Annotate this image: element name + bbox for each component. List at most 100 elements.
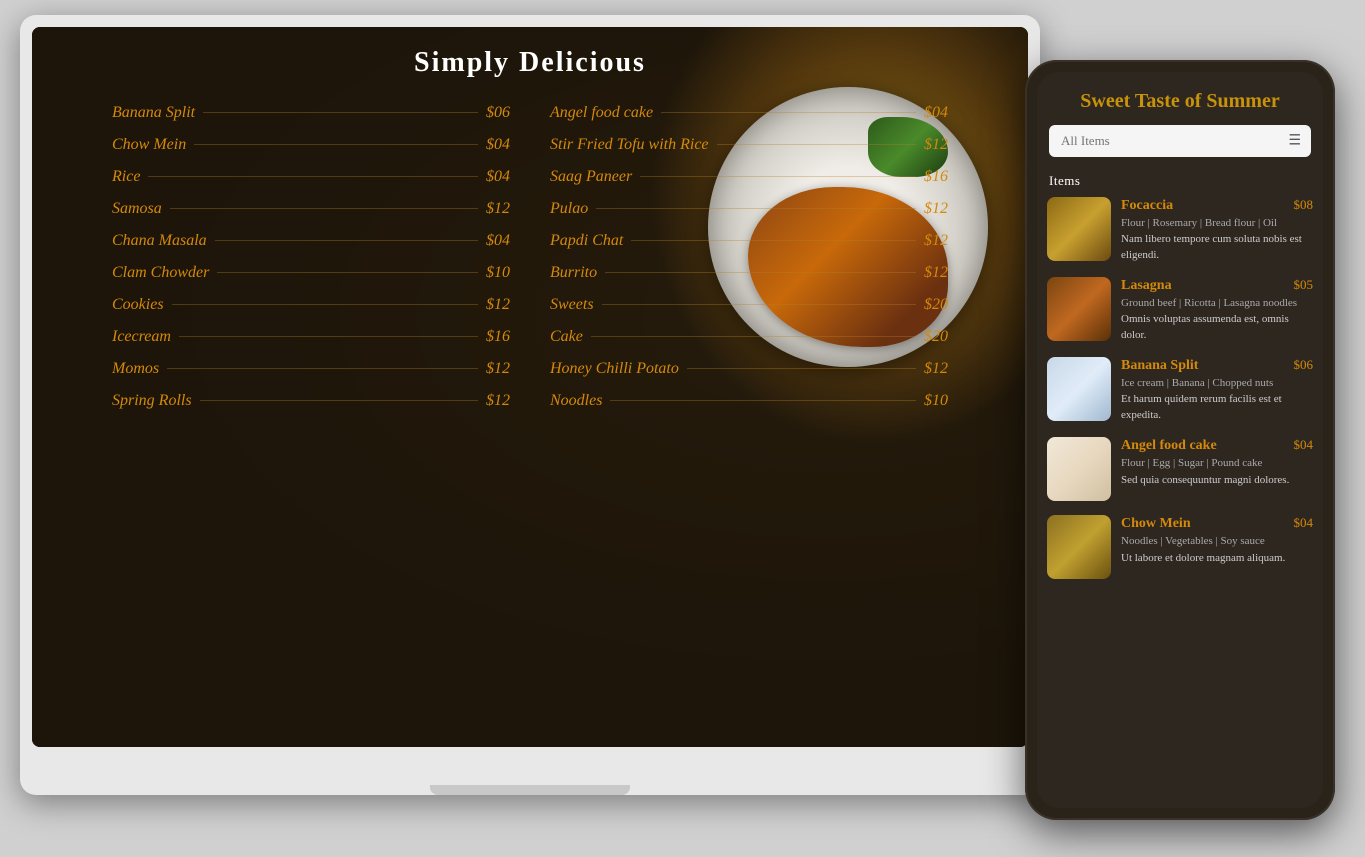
menu-item-dots (661, 112, 916, 113)
phone-item-ingredients: Noodles | Vegetables | Soy sauce (1121, 534, 1313, 548)
menu-item-price: $04 (924, 104, 948, 122)
menu-item: Banana Split $06 (112, 104, 510, 122)
phone-item-image (1047, 277, 1111, 341)
phone-item-header: Focaccia $08 (1121, 197, 1313, 214)
phone-item-header: Chow Mein $04 (1121, 515, 1313, 532)
menu-item-dots (172, 304, 478, 305)
menu-item-price: $10 (486, 264, 510, 282)
menu-item-dots (687, 368, 916, 369)
menu-item-price: $12 (924, 200, 948, 218)
menu-item-price: $12 (486, 360, 510, 378)
items-label: Items (1037, 167, 1323, 197)
menu-item: Burrito $12 (550, 264, 948, 282)
menu-item-dots (602, 304, 916, 305)
phone-item-image (1047, 197, 1111, 261)
menu-item-dots (170, 208, 478, 209)
phone-item-ingredients: Ice cream | Banana | Chopped nuts (1121, 376, 1313, 390)
phone-search-container[interactable]: ☰ (1049, 125, 1311, 157)
laptop-screen: Simply Delicious Banana Split $06 Chow M… (32, 27, 1028, 747)
menu-item: Noodles $10 (550, 392, 948, 410)
menu-item-name: Noodles (550, 392, 602, 410)
menu-item-name: Stir Fried Tofu with Rice (550, 136, 709, 154)
menu-item: Saag Paneer $16 (550, 168, 948, 186)
menu-item-dots (610, 400, 916, 401)
phone-item-image (1047, 515, 1111, 579)
menu-item-dots (167, 368, 478, 369)
menu-item-name: Momos (112, 360, 159, 378)
phone-item-details: Lasagna $05 Ground beef | Ricotta | Lasa… (1121, 277, 1313, 343)
phone-item-header: Angel food cake $04 (1121, 437, 1313, 454)
menu-item-dots (591, 336, 916, 337)
phone-item-description: Sed quia consequuntur magni dolores. (1121, 473, 1313, 488)
menu-item-dots (148, 176, 478, 177)
menu-item-name: Samosa (112, 200, 162, 218)
menu-item-price: $12 (924, 360, 948, 378)
menu-item-price: $12 (924, 232, 948, 250)
phone-item-description: Nam libero tempore cum soluta nobis est … (1121, 232, 1313, 263)
menu-item: Cookies $12 (112, 296, 510, 314)
menu-item-price: $20 (924, 328, 948, 346)
menu-item-price: $04 (486, 232, 510, 250)
search-input[interactable] (1049, 125, 1311, 157)
menu-item-price: $06 (486, 104, 510, 122)
menu-item-name: Spring Rolls (112, 392, 192, 410)
laptop: Simply Delicious Banana Split $06 Chow M… (20, 15, 1040, 795)
menu-item-price: $04 (486, 168, 510, 186)
phone-item-ingredients: Flour | Egg | Sugar | Pound cake (1121, 456, 1313, 470)
phone-menu-item[interactable]: Focaccia $08 Flour | Rosemary | Bread fl… (1047, 197, 1313, 263)
phone-item-image (1047, 437, 1111, 501)
menu-item-name: Saag Paneer (550, 168, 632, 186)
menu-item: Chana Masala $04 (112, 232, 510, 250)
menu-item: Cake $20 (550, 328, 948, 346)
screen-background: Simply Delicious Banana Split $06 Chow M… (32, 27, 1028, 747)
phone-menu-item[interactable]: Chow Mein $04 Noodles | Vegetables | Soy… (1047, 515, 1313, 579)
menu-item-price: $12 (486, 296, 510, 314)
phone-item-ingredients: Flour | Rosemary | Bread flour | Oil (1121, 216, 1313, 230)
phone-item-details: Chow Mein $04 Noodles | Vegetables | Soy… (1121, 515, 1313, 566)
phone-item-price: $08 (1294, 197, 1314, 213)
phone-header: Sweet Taste of Summer (1037, 72, 1323, 125)
menu-item-price: $12 (486, 392, 510, 410)
phone-item-name: Lasagna (1121, 278, 1172, 294)
restaurant-title: Simply Delicious (32, 27, 1028, 104)
menu-item-dots (200, 400, 478, 401)
menu-item: Pulao $12 (550, 200, 948, 218)
phone-item-header: Lasagna $05 (1121, 277, 1313, 294)
menu-item: Rice $04 (112, 168, 510, 186)
menu-grid: Banana Split $06 Chow Mein $04 Rice $04 … (32, 104, 1028, 424)
menu-item-dots (217, 272, 478, 273)
menu-item-name: Icecream (112, 328, 171, 346)
phone-item-price: $05 (1294, 277, 1314, 293)
menu-item-name: Clam Chowder (112, 264, 209, 282)
phone-item-price: $04 (1294, 437, 1314, 453)
menu-item: Icecream $16 (112, 328, 510, 346)
laptop-base (430, 785, 630, 795)
phone-item-header: Banana Split $06 (1121, 357, 1313, 374)
menu-item-name: Cake (550, 328, 583, 346)
hamburger-icon: ☰ (1288, 133, 1301, 150)
menu-item-dots (631, 240, 916, 241)
phone-screen: Sweet Taste of Summer ☰ Items Focaccia $… (1037, 72, 1323, 808)
menu-item: Spring Rolls $12 (112, 392, 510, 410)
phone-item-name: Banana Split (1121, 358, 1198, 374)
menu-item-dots (194, 144, 478, 145)
menu-item: Sweets $20 (550, 296, 948, 314)
phone-menu-item[interactable]: Lasagna $05 Ground beef | Ricotta | Lasa… (1047, 277, 1313, 343)
phone-item-description: Omnis voluptas assumenda est, omnis dolo… (1121, 312, 1313, 343)
menu-item: Honey Chilli Potato $12 (550, 360, 948, 378)
menu-item-dots (717, 144, 916, 145)
menu-item-price: $16 (486, 328, 510, 346)
phone-menu-item[interactable]: Banana Split $06 Ice cream | Banana | Ch… (1047, 357, 1313, 423)
menu-item: Stir Fried Tofu with Rice $12 (550, 136, 948, 154)
phone-menu-item[interactable]: Angel food cake $04 Flour | Egg | Sugar … (1047, 437, 1313, 501)
menu-item-dots (179, 336, 478, 337)
phone-item-price: $06 (1294, 357, 1314, 373)
menu-item-name: Chana Masala (112, 232, 207, 250)
menu-col-left: Banana Split $06 Chow Mein $04 Rice $04 … (92, 104, 530, 424)
menu-item-name: Honey Chilli Potato (550, 360, 679, 378)
scene: Simply Delicious Banana Split $06 Chow M… (0, 0, 1365, 857)
menu-item-price: $12 (924, 264, 948, 282)
phone-item-price: $04 (1294, 515, 1314, 531)
menu-col-right: Angel food cake $04 Stir Fried Tofu with… (530, 104, 968, 424)
phone-item-details: Banana Split $06 Ice cream | Banana | Ch… (1121, 357, 1313, 423)
